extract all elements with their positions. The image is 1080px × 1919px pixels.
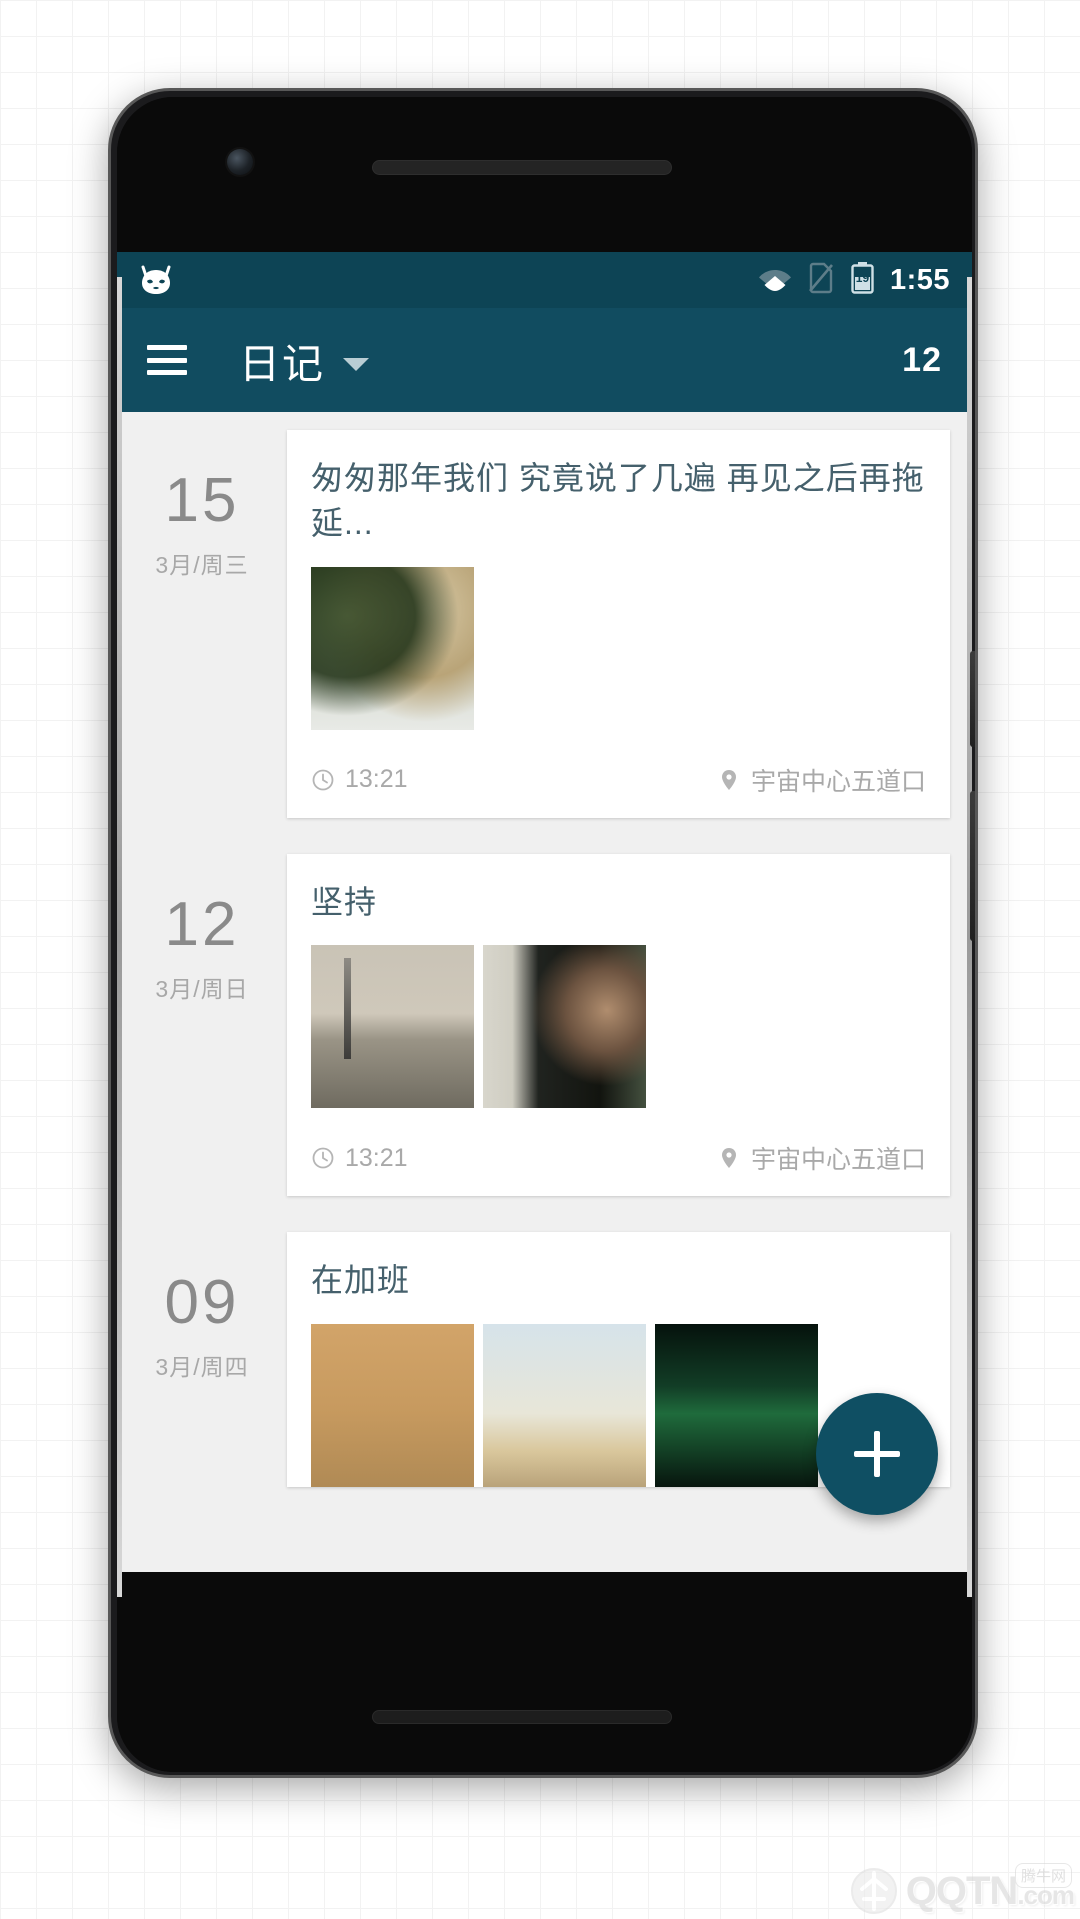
page-title[interactable]: 日记 bbox=[239, 330, 325, 390]
entry-date-rail: 09 3月/周四 bbox=[117, 1232, 287, 1486]
bottom-bezel bbox=[117, 1572, 972, 1772]
volume-button[interactable] bbox=[970, 791, 975, 941]
entry-day-number: 15 bbox=[164, 466, 240, 535]
add-entry-fab-button[interactable] bbox=[816, 1393, 938, 1515]
entry-footer: 13:21 宇宙中心五道口 bbox=[311, 744, 926, 818]
entry-day-number: 12 bbox=[164, 889, 240, 959]
entry-date-rail: 15 3月/周三 bbox=[117, 430, 287, 818]
left-metal-edge bbox=[117, 277, 122, 1597]
chevron-down-icon[interactable] bbox=[343, 357, 369, 371]
entry-photo[interactable] bbox=[311, 1323, 474, 1487]
watermark-badge: 腾牛网 bbox=[1014, 1862, 1072, 1888]
entry-month-weekday: 3月/周日 bbox=[155, 975, 249, 1002]
phone-screen-bezel: 19 1:55 日记 12 15 3月/周三 匆匆那年我们 究竟说了几遍 再见之… bbox=[117, 97, 972, 1772]
entry-count-badge: 12 bbox=[902, 340, 942, 379]
entry-photo[interactable] bbox=[311, 566, 474, 730]
entry-card[interactable]: 匆匆那年我们 究竟说了几遍 再见之后再拖延... 13:21 宇宙中心五道口 bbox=[287, 430, 950, 818]
entry-footer: 13:21 宇宙中心五道口 bbox=[311, 1122, 926, 1196]
entry-photo[interactable] bbox=[483, 1323, 646, 1487]
phone-device-frame: 19 1:55 日记 12 15 3月/周三 匆匆那年我们 究竟说了几遍 再见之… bbox=[108, 88, 978, 1778]
list-item[interactable]: 15 3月/周三 匆匆那年我们 究竟说了几遍 再见之后再拖延... 13:21 … bbox=[117, 412, 972, 836]
entry-thumbnails[interactable] bbox=[311, 566, 926, 730]
entry-date-rail: 12 3月/周日 bbox=[117, 854, 287, 1196]
page-root: 19 1:55 日记 12 15 3月/周三 匆匆那年我们 究竟说了几遍 再见之… bbox=[0, 0, 1080, 1919]
clock-icon bbox=[311, 768, 335, 792]
entry-card[interactable]: 坚持 13:21 宇宙中心五道口 bbox=[287, 853, 950, 1197]
location-pin-icon bbox=[717, 768, 741, 792]
entry-title: 坚持 bbox=[311, 883, 378, 920]
power-button[interactable] bbox=[970, 651, 975, 747]
top-bezel bbox=[117, 97, 972, 252]
entry-thumbnails[interactable] bbox=[311, 945, 926, 1109]
entry-title: 在加班 bbox=[311, 1262, 411, 1299]
entry-time-group: 13:21 bbox=[311, 1144, 408, 1173]
entry-time: 13:21 bbox=[345, 1143, 408, 1172]
diary-entry-list[interactable]: 15 3月/周三 匆匆那年我们 究竟说了几遍 再见之后再拖延... 13:21 … bbox=[117, 412, 972, 1577]
front-camera-icon bbox=[227, 149, 253, 175]
entry-day-number: 09 bbox=[164, 1268, 240, 1338]
entry-month-weekday: 3月/周三 bbox=[155, 552, 249, 578]
device-screen: 19 1:55 日记 12 15 3月/周三 匆匆那年我们 究竟说了几遍 再见之… bbox=[117, 252, 972, 1577]
qqtn-logo-icon bbox=[848, 1865, 900, 1917]
bottom-speaker bbox=[372, 1710, 672, 1724]
entry-photo[interactable] bbox=[655, 1323, 818, 1487]
status-clock: 1:55 bbox=[889, 263, 950, 296]
entry-title: 匆匆那年我们 究竟说了几遍 再见之后再拖延... bbox=[311, 460, 925, 542]
status-icons-group: 19 1:55 bbox=[758, 261, 950, 299]
site-watermark: QQTN.com 腾牛网 bbox=[848, 1862, 1075, 1917]
entry-place: 宇宙中心五道口 bbox=[750, 767, 926, 796]
entry-place-group: 宇宙中心五道口 bbox=[717, 1140, 926, 1176]
clock-icon bbox=[311, 1146, 335, 1170]
cyanogenmod-skull-icon bbox=[139, 265, 173, 295]
entry-time-group: 13:21 bbox=[311, 765, 408, 794]
entry-photo[interactable] bbox=[483, 945, 646, 1109]
entry-photo[interactable] bbox=[311, 945, 474, 1109]
earpiece-speaker bbox=[372, 160, 672, 175]
wifi-icon bbox=[758, 264, 792, 297]
no-sim-icon bbox=[807, 262, 835, 299]
battery-icon: 19 bbox=[850, 261, 875, 299]
status-bar: 19 1:55 bbox=[117, 252, 972, 308]
entry-place: 宇宙中心五道口 bbox=[750, 1146, 926, 1175]
hamburger-menu-icon[interactable] bbox=[147, 345, 187, 375]
entry-place-group: 宇宙中心五道口 bbox=[717, 762, 926, 798]
app-bar: 日记 12 bbox=[117, 308, 972, 412]
entry-time: 13:21 bbox=[345, 765, 408, 794]
list-item[interactable]: 12 3月/周日 坚持 13:21 宇宙中心五道口 bbox=[117, 836, 972, 1214]
plus-icon bbox=[854, 1431, 900, 1477]
entry-month-weekday: 3月/周四 bbox=[155, 1354, 249, 1381]
location-pin-icon bbox=[717, 1146, 741, 1170]
battery-level-label: 19 bbox=[855, 270, 870, 285]
